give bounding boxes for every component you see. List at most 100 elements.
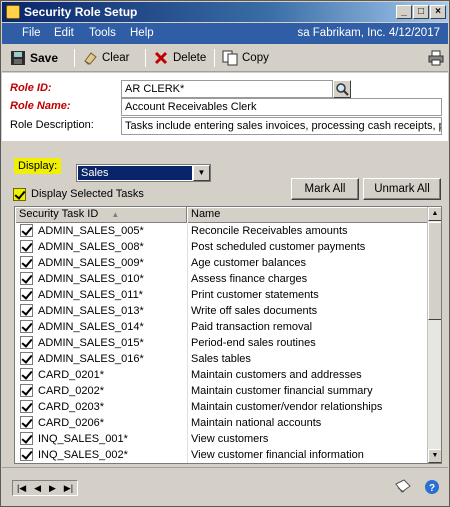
note-icon[interactable] [394, 478, 412, 496]
mark-all-button[interactable]: Mark All [291, 178, 359, 200]
role-description-field[interactable]: Tasks include entering sales invoices, p… [121, 117, 442, 135]
menu-help[interactable]: Help [130, 27, 154, 39]
close-button[interactable]: × [430, 5, 446, 19]
copy-icon [222, 50, 238, 66]
help-icon[interactable]: ? [424, 479, 440, 495]
scroll-thumb[interactable] [428, 222, 441, 320]
delete-label: Delete [173, 52, 207, 64]
task-checkbox[interactable] [20, 304, 33, 317]
unmark-all-button[interactable]: Unmark All [363, 178, 441, 200]
role-name-row: Role Name: Account Receivables Clerk [10, 98, 442, 116]
toolbar-divider [74, 49, 75, 67]
minimize-button[interactable]: _ [396, 5, 412, 19]
table-row[interactable]: CARD_0201* Maintain customers and address… [15, 367, 428, 383]
task-checkbox[interactable] [20, 432, 33, 445]
role-name-label: Role Name: [10, 100, 71, 112]
task-checkbox[interactable] [20, 416, 33, 429]
menu-tools[interactable]: Tools [89, 27, 116, 39]
security-task-id: ADMIN_SALES_015* [38, 337, 144, 349]
last-record-icon[interactable]: ▶| [64, 483, 73, 494]
clear-label: Clear [102, 52, 130, 64]
printer-icon [428, 50, 444, 66]
table-row[interactable]: ADMIN_SALES_013* Write off sales document… [15, 303, 428, 319]
task-checkbox[interactable] [20, 240, 33, 253]
task-checkbox[interactable] [20, 448, 33, 461]
security-task-id: ADMIN_SALES_010* [38, 273, 144, 285]
security-task-id: INQ_SALES_001* [38, 433, 128, 445]
security-task-id: INQ_SALES_002* [38, 449, 128, 461]
status-bar: |◀ ◀ ▶ ▶| ? [2, 467, 448, 506]
role-description-row: Role Description: Tasks include entering… [10, 117, 442, 135]
table-row[interactable]: INQ_SALES_002* View customer financial in… [15, 447, 428, 463]
task-checkbox[interactable] [20, 224, 33, 237]
task-checkbox[interactable] [20, 368, 33, 381]
table-row[interactable]: ADMIN_SALES_015* Period-end sales routine… [15, 335, 428, 351]
toolbar-divider [145, 49, 146, 67]
column-header-task-id[interactable]: Security Task ID ▲ [15, 207, 187, 223]
vertical-scrollbar[interactable]: ▲ ▼ [427, 207, 441, 463]
table-row[interactable]: INQ_SALES_001* View customers [15, 431, 428, 447]
role-form: Role ID: AR CLERK* Role Name: Account Re… [2, 73, 448, 141]
display-select[interactable]: Sales ▼ [76, 164, 211, 182]
window-title: Security Role Setup [24, 5, 138, 19]
table-row[interactable]: CARD_0202* Maintain customer financial su… [15, 383, 428, 399]
role-id-label: Role ID: [10, 82, 52, 94]
grid-header: Security Task ID ▲ Name [15, 207, 428, 223]
security-role-setup-window: Security Role Setup _ □ × File Edit Tool… [0, 0, 450, 507]
table-row[interactable]: ADMIN_SALES_008* Post scheduled customer … [15, 239, 428, 255]
security-task-id: ADMIN_SALES_008* [38, 241, 144, 253]
save-label: Save [30, 51, 59, 65]
save-icon [11, 51, 25, 65]
column-header-name[interactable]: Name [187, 207, 428, 223]
menu-bar: File Edit Tools Help sa Fabrikam, Inc. 4… [2, 23, 448, 44]
scroll-down-icon[interactable]: ▼ [428, 449, 441, 463]
table-row[interactable]: ADMIN_SALES_009* Age customer balances [15, 255, 428, 271]
copy-button[interactable]: Copy [222, 48, 269, 68]
lookup-button[interactable] [333, 80, 351, 98]
task-checkbox[interactable] [20, 320, 33, 333]
toolbar-divider [214, 49, 215, 67]
table-row[interactable]: ADMIN_SALES_010* Assess finance charges [15, 271, 428, 287]
display-selected-tasks-label: Display Selected Tasks [31, 188, 144, 200]
table-row[interactable]: CARD_0203* Maintain customer/vendor relat… [15, 399, 428, 415]
chevron-down-icon[interactable]: ▼ [193, 165, 210, 181]
table-row[interactable]: ADMIN_SALES_016* Sales tables [15, 351, 428, 367]
security-task-name: Maintain customer/vendor relationships [191, 401, 383, 413]
task-checkbox[interactable] [20, 400, 33, 413]
display-selected-tasks-checkbox[interactable] [13, 187, 26, 201]
task-checkbox[interactable] [20, 256, 33, 269]
task-checkbox[interactable] [20, 384, 33, 397]
role-name-field[interactable]: Account Receivables Clerk [121, 98, 442, 116]
column-header-label: Security Task ID [19, 208, 99, 220]
security-task-name: View customers [191, 433, 269, 445]
sort-arrow-icon: ▲ [111, 210, 120, 219]
task-checkbox[interactable] [20, 336, 33, 349]
next-record-icon[interactable]: ▶ [49, 483, 56, 494]
maximize-button[interactable]: □ [413, 5, 429, 19]
first-record-icon[interactable]: |◀ [17, 483, 26, 494]
table-row[interactable]: CARD_0206* Maintain national accounts [15, 415, 428, 431]
security-task-id: CARD_0202* [38, 385, 105, 397]
save-button[interactable]: Save [10, 48, 58, 68]
task-checkbox[interactable] [20, 272, 33, 285]
security-task-name: Print customer statements [191, 289, 319, 301]
role-description-label: Role Description: [10, 119, 94, 131]
title-bar: Security Role Setup _ □ × [2, 2, 448, 22]
task-checkbox[interactable] [20, 352, 33, 365]
task-checkbox[interactable] [20, 288, 33, 301]
app-icon [6, 5, 20, 19]
menu-file[interactable]: File [22, 27, 41, 39]
security-task-id: ADMIN_SALES_005* [38, 225, 144, 237]
table-row[interactable]: ADMIN_SALES_011* Print customer statement… [15, 287, 428, 303]
clear-button[interactable]: Clear [82, 48, 129, 68]
role-id-row: Role ID: AR CLERK* [10, 80, 442, 98]
print-button[interactable] [428, 48, 444, 68]
scroll-up-icon[interactable]: ▲ [428, 207, 441, 221]
delete-button[interactable]: Delete [153, 48, 206, 68]
table-row[interactable]: ADMIN_SALES_005* Reconcile Receivables am… [15, 223, 428, 239]
menu-edit[interactable]: Edit [54, 27, 74, 39]
svg-text:?: ? [429, 483, 435, 494]
role-id-field[interactable]: AR CLERK* [121, 80, 333, 98]
previous-record-icon[interactable]: ◀ [34, 483, 41, 494]
table-row[interactable]: ADMIN_SALES_014* Paid transaction removal [15, 319, 428, 335]
